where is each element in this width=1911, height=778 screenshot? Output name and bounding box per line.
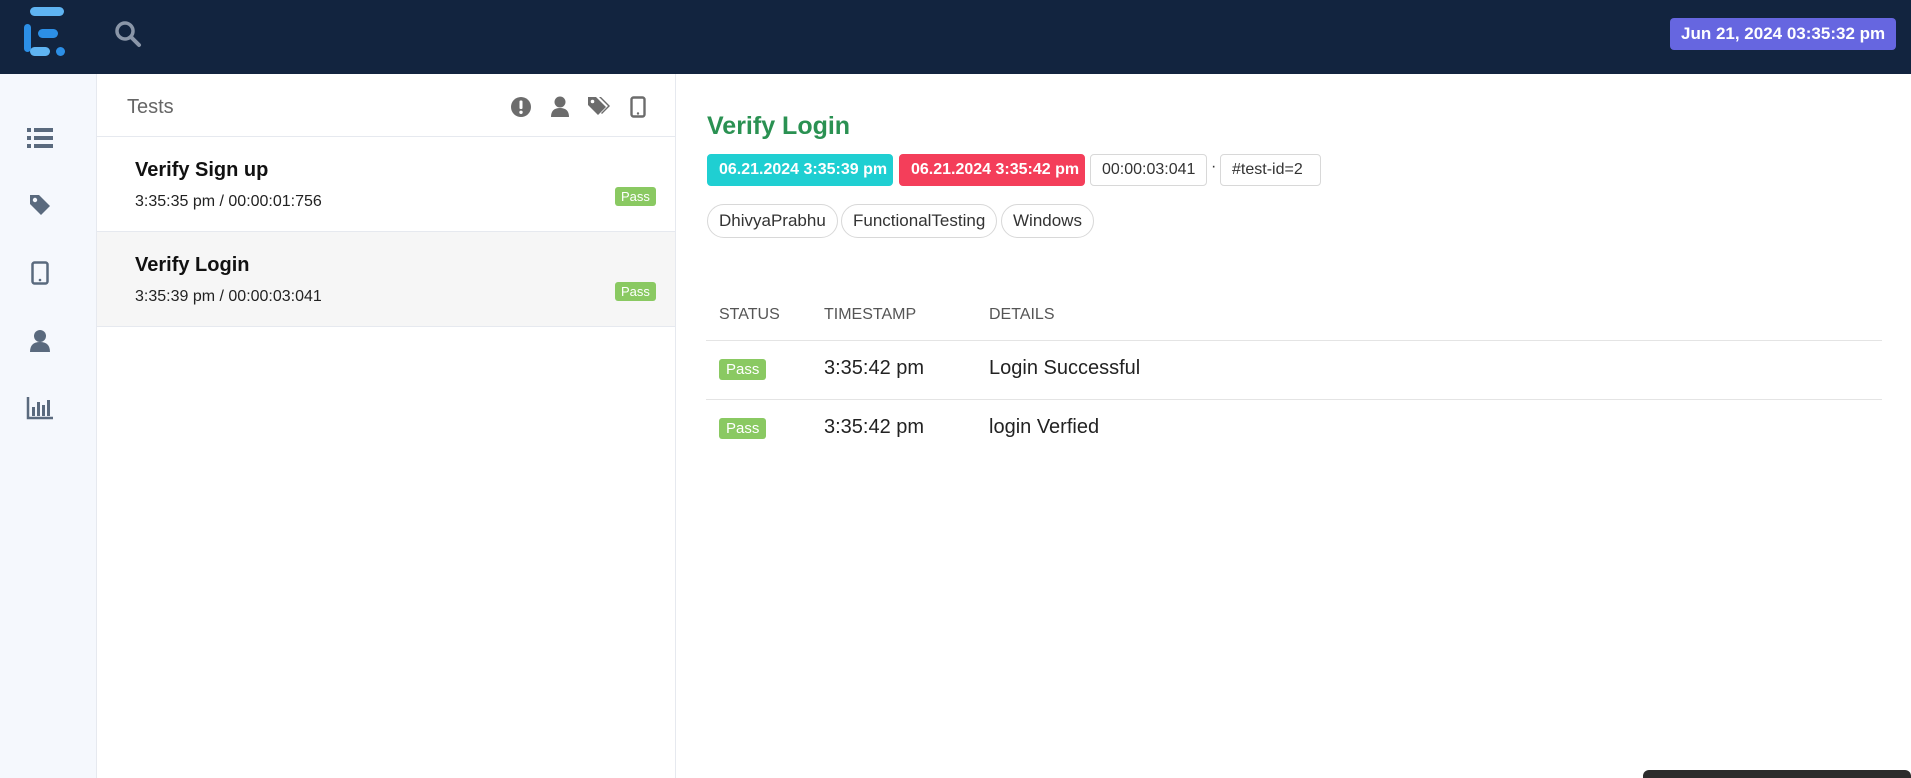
log-timestamp: 3:35:42 pm [824,416,925,438]
status-badge: Pass [615,187,656,206]
test-name: Verify Sign up [135,159,269,181]
tests-panel-title: Tests [127,96,174,118]
tests-panel-header: Tests [97,74,675,137]
table-row: Pass 3:35:42 pm Login Successful [706,341,1882,400]
log-table-header: STATUS TIMESTAMP DETAILS [706,295,1882,341]
column-status: STATUS [719,306,780,323]
separator-dot: · [1211,158,1217,175]
exclamation-circle-icon[interactable] [508,94,534,120]
top-navbar: Jun 21, 2024 03:35:32 pm [0,0,1911,74]
start-time-badge: 06.21.2024 3:35:39 pm [707,154,893,186]
test-detail-title: Verify Login [707,112,851,140]
status-badge: Pass [719,359,767,380]
test-detail-panel: Verify Login 06.21.2024 3:35:39 pm 06.21… [676,74,1911,778]
table-row: Pass 3:35:42 pm login Verfied [706,400,1882,459]
tag-device[interactable]: Windows [1001,204,1094,238]
log-details: Login Successful [989,357,1141,379]
tags-icon[interactable] [586,94,612,120]
column-timestamp: TIMESTAMP [824,306,917,323]
tag-author[interactable]: DhivyaPrabhu [707,204,838,238]
tests-panel: Tests Verify Sign up 3:35:35 pm / 00:00:… [97,74,676,778]
duration-badge: 00:00:03:041 [1090,154,1207,186]
user-filter-icon[interactable] [547,94,573,120]
log-timestamp: 3:35:42 pm [824,357,925,379]
column-details: DETAILS [989,306,1055,323]
tag-icon[interactable] [26,191,54,219]
test-time: 3:35:39 pm / 00:00:03:041 [135,288,322,305]
test-name: Verify Login [135,254,250,276]
search-icon[interactable] [114,20,142,48]
app-logo[interactable] [24,5,68,57]
tablet-filter-icon[interactable] [625,94,651,120]
test-list-item-active[interactable]: Verify Login 3:35:39 pm / 00:00:03:041 P… [97,232,675,327]
tablet-icon[interactable] [26,259,54,287]
end-time-badge: 06.21.2024 3:35:42 pm [899,154,1085,186]
log-details: login Verfied [989,416,1100,438]
status-badge: Pass [615,282,656,301]
tag-category[interactable]: FunctionalTesting [841,204,998,238]
side-navigation [0,74,97,778]
list-icon[interactable] [26,124,54,152]
report-datetime-badge: Jun 21, 2024 03:35:32 pm [1670,18,1897,50]
test-id-badge: #test-id=2 [1220,154,1321,186]
test-time: 3:35:35 pm / 00:00:01:756 [135,193,322,210]
bottom-dock-edge [1643,770,1911,778]
test-list-item[interactable]: Verify Sign up 3:35:35 pm / 00:00:01:756… [97,137,675,232]
status-badge: Pass [719,418,767,439]
bar-chart-icon[interactable] [26,394,54,422]
user-icon[interactable] [26,327,54,355]
